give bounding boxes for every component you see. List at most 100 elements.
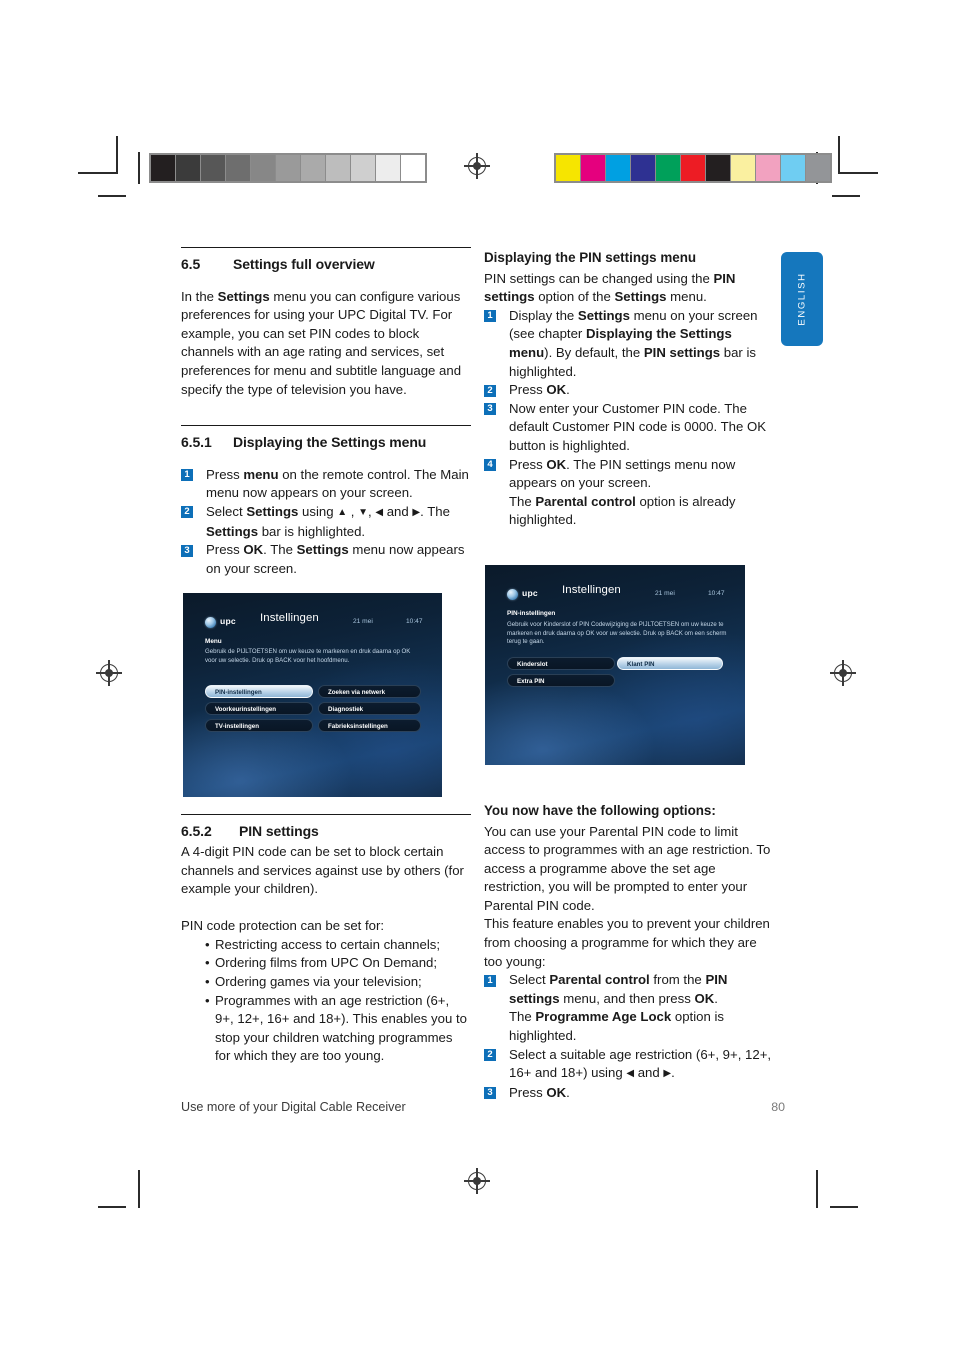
- step-item: 1 Display the Settings menu on your scree…: [484, 307, 774, 381]
- crop-mark-top-left-vertical: [116, 136, 118, 174]
- color-calibration-bar: [554, 153, 832, 183]
- tv1-date: 21 mei: [353, 618, 373, 625]
- step-text: Press OK.: [509, 1084, 570, 1100]
- crop-mark-top-left-horizontal: [78, 172, 116, 174]
- step-text: Now enter your Customer PIN code. The de…: [509, 400, 767, 453]
- tv-menu-button[interactable]: Extra PIN: [507, 674, 615, 687]
- step-text: Select Settings using ▲ , ▼, ◀ and ▶. Th…: [206, 503, 450, 539]
- calibration-swatch: [376, 155, 401, 181]
- tv-menu-button[interactable]: Diagnostiek: [318, 702, 421, 715]
- step-item: 2 Select Settings using ▲ , ▼, ◀ and ▶. T…: [181, 503, 471, 541]
- step-number-badge: 3: [484, 403, 496, 416]
- calibration-swatch: [556, 155, 581, 181]
- step-number-badge: 1: [484, 974, 496, 987]
- step-item: 1 Select Parental control from the PIN se…: [484, 971, 774, 1045]
- crop-mark-top-right-vertical: [838, 136, 840, 174]
- footer-title: Use more of your Digital Cable Receiver: [181, 1100, 406, 1114]
- crop-mark-bottom-left-horizontal: [98, 1206, 126, 1208]
- registration-mark-top-center: [464, 153, 490, 179]
- tv2-time: 10:47: [708, 590, 725, 597]
- tv2-title: Instellingen: [562, 584, 621, 596]
- calibration-swatch: [631, 155, 656, 181]
- step-text: Press OK. The Settings menu now appears …: [206, 542, 465, 576]
- upc-logo-icon: [205, 617, 216, 628]
- calibration-swatch: [731, 155, 756, 181]
- crop-mark-bottom-right-horizontal: [830, 1206, 858, 1208]
- calibration-swatch: [301, 155, 326, 181]
- calibration-swatch: [401, 155, 425, 181]
- section-rule-65: [181, 247, 471, 248]
- document-page: ENGLISH 6.5 Settings full overview In the…: [0, 0, 954, 1351]
- calibration-swatch: [806, 155, 830, 181]
- step-number-badge: 2: [484, 1049, 496, 1062]
- registration-mark-right-middle: [830, 660, 856, 686]
- step-number-badge: 2: [484, 384, 496, 397]
- section-title-65: Settings full overview: [233, 256, 375, 272]
- step-text: Press OK. The PIN settings menu now appe…: [509, 456, 736, 528]
- step-item: 2 Press OK.: [484, 381, 774, 400]
- section-65-intro: In the Settings menu you can configure v…: [181, 288, 462, 397]
- step-item: 3 Now enter your Customer PIN code. The d…: [484, 400, 774, 456]
- section-rule-652: [181, 814, 471, 816]
- bullet-item: Programmes with an age restriction (6+, …: [205, 992, 471, 1066]
- step-number-badge: 3: [484, 1087, 496, 1100]
- tv-menu-button[interactable]: Zoeken via netwerk: [318, 685, 421, 698]
- steps-displaying-pin-settings-menu: 1 Display the Settings menu on your scree…: [484, 307, 774, 530]
- upc-logo-icon-2: [507, 589, 518, 600]
- step-number-badge: 1: [484, 310, 496, 323]
- tv2-section-label: PIN-instellingen: [507, 610, 556, 617]
- tv-menu-button[interactable]: PIN-instellingen: [205, 685, 313, 698]
- section-652-intro: A 4-digit PIN code can be set to block c…: [181, 843, 464, 897]
- step-item: 4 Press OK. The PIN settings menu now app…: [484, 456, 774, 530]
- step-text: Select a suitable age restriction (6+, 9…: [509, 1046, 772, 1081]
- calibration-swatch: [656, 155, 681, 181]
- step-text: Press menu on the remote control. The Ma…: [206, 466, 469, 501]
- bullet-item: Restricting access to certain channels;: [205, 936, 471, 955]
- calibration-swatch: [226, 155, 251, 181]
- calibration-swatch: [326, 155, 351, 181]
- step-text: Display the Settings menu on your screen…: [509, 307, 758, 379]
- step-number-badge: 4: [484, 459, 496, 472]
- step-number-badge: 2: [181, 506, 193, 519]
- calibration-swatch: [151, 155, 176, 181]
- footer-page-number: 80: [771, 1100, 785, 1114]
- registration-mark-left-middle: [96, 660, 122, 686]
- pin-protection-bullet-list: Restricting access to certain channels;O…: [181, 936, 471, 1066]
- tv-menu-button[interactable]: Fabrieksinstellingen: [318, 719, 421, 732]
- bullet-item: Ordering games via your television;: [205, 973, 471, 992]
- tv-screenshot-pin-settings-menu: upc Instellingen 21 mei 10:47 PIN-instel…: [485, 565, 745, 765]
- options-intro-paragraph: You can use your Parental PIN code to li…: [484, 823, 771, 913]
- step-number-badge: 1: [181, 469, 193, 482]
- section-title-651: Displaying the Settings menu: [233, 434, 427, 451]
- upc-logo-text-2: upc: [522, 588, 538, 598]
- calibration-swatch: [276, 155, 301, 181]
- calibration-swatch: [351, 155, 376, 181]
- page-footer: Use more of your Digital Cable Receiver …: [181, 1100, 785, 1114]
- calibration-swatch: [756, 155, 781, 181]
- section-number-652: 6.5.2: [181, 823, 212, 840]
- tv-menu-button[interactable]: TV-instellingen: [205, 719, 313, 732]
- section-heading-652: 6.5.2 PIN settings: [181, 822, 471, 841]
- section-number-65: 6.5: [181, 256, 201, 272]
- options-intro-paragraph-2: This feature enables you to prevent your…: [484, 916, 770, 969]
- step-text: Press OK.: [509, 382, 570, 398]
- pin-protection-lead-in: PIN code protection can be set for:: [181, 918, 385, 934]
- language-side-tab-label: ENGLISH: [796, 272, 808, 326]
- step-item: 1 Press menu on the remote control. The M…: [181, 466, 471, 503]
- tv-menu-button[interactable]: Voorkeurinstellingen: [205, 702, 313, 715]
- tv-menu-button[interactable]: Klant PIN: [617, 657, 723, 670]
- section-heading-65: 6.5 Settings full overview: [181, 255, 471, 274]
- tv1-description: Gebruik de PIJLTOETSEN om uw keuze te ma…: [205, 648, 411, 664]
- step-text: Select Parental control from the PIN set…: [509, 972, 728, 1044]
- tv2-date: 21 mei: [655, 590, 675, 597]
- section-number-651: 6.5.1: [181, 434, 212, 451]
- section-rule-651: [181, 425, 471, 427]
- tv1-title: Instellingen: [260, 612, 319, 624]
- steps-displaying-settings-menu: 1 Press menu on the remote control. The M…: [181, 466, 471, 579]
- tv2-description: Gebruik voor Kinderslot of PIN Codewijzi…: [507, 621, 727, 646]
- tv-menu-button[interactable]: Kinderslot: [507, 657, 615, 670]
- section-heading-651: 6.5.1 Displaying the Settings menu: [181, 433, 471, 452]
- calibration-swatch: [201, 155, 226, 181]
- bullet-item: Ordering films from UPC On Demand;: [205, 954, 471, 973]
- crop-mark-bottom-left-vertical: [138, 1170, 140, 1208]
